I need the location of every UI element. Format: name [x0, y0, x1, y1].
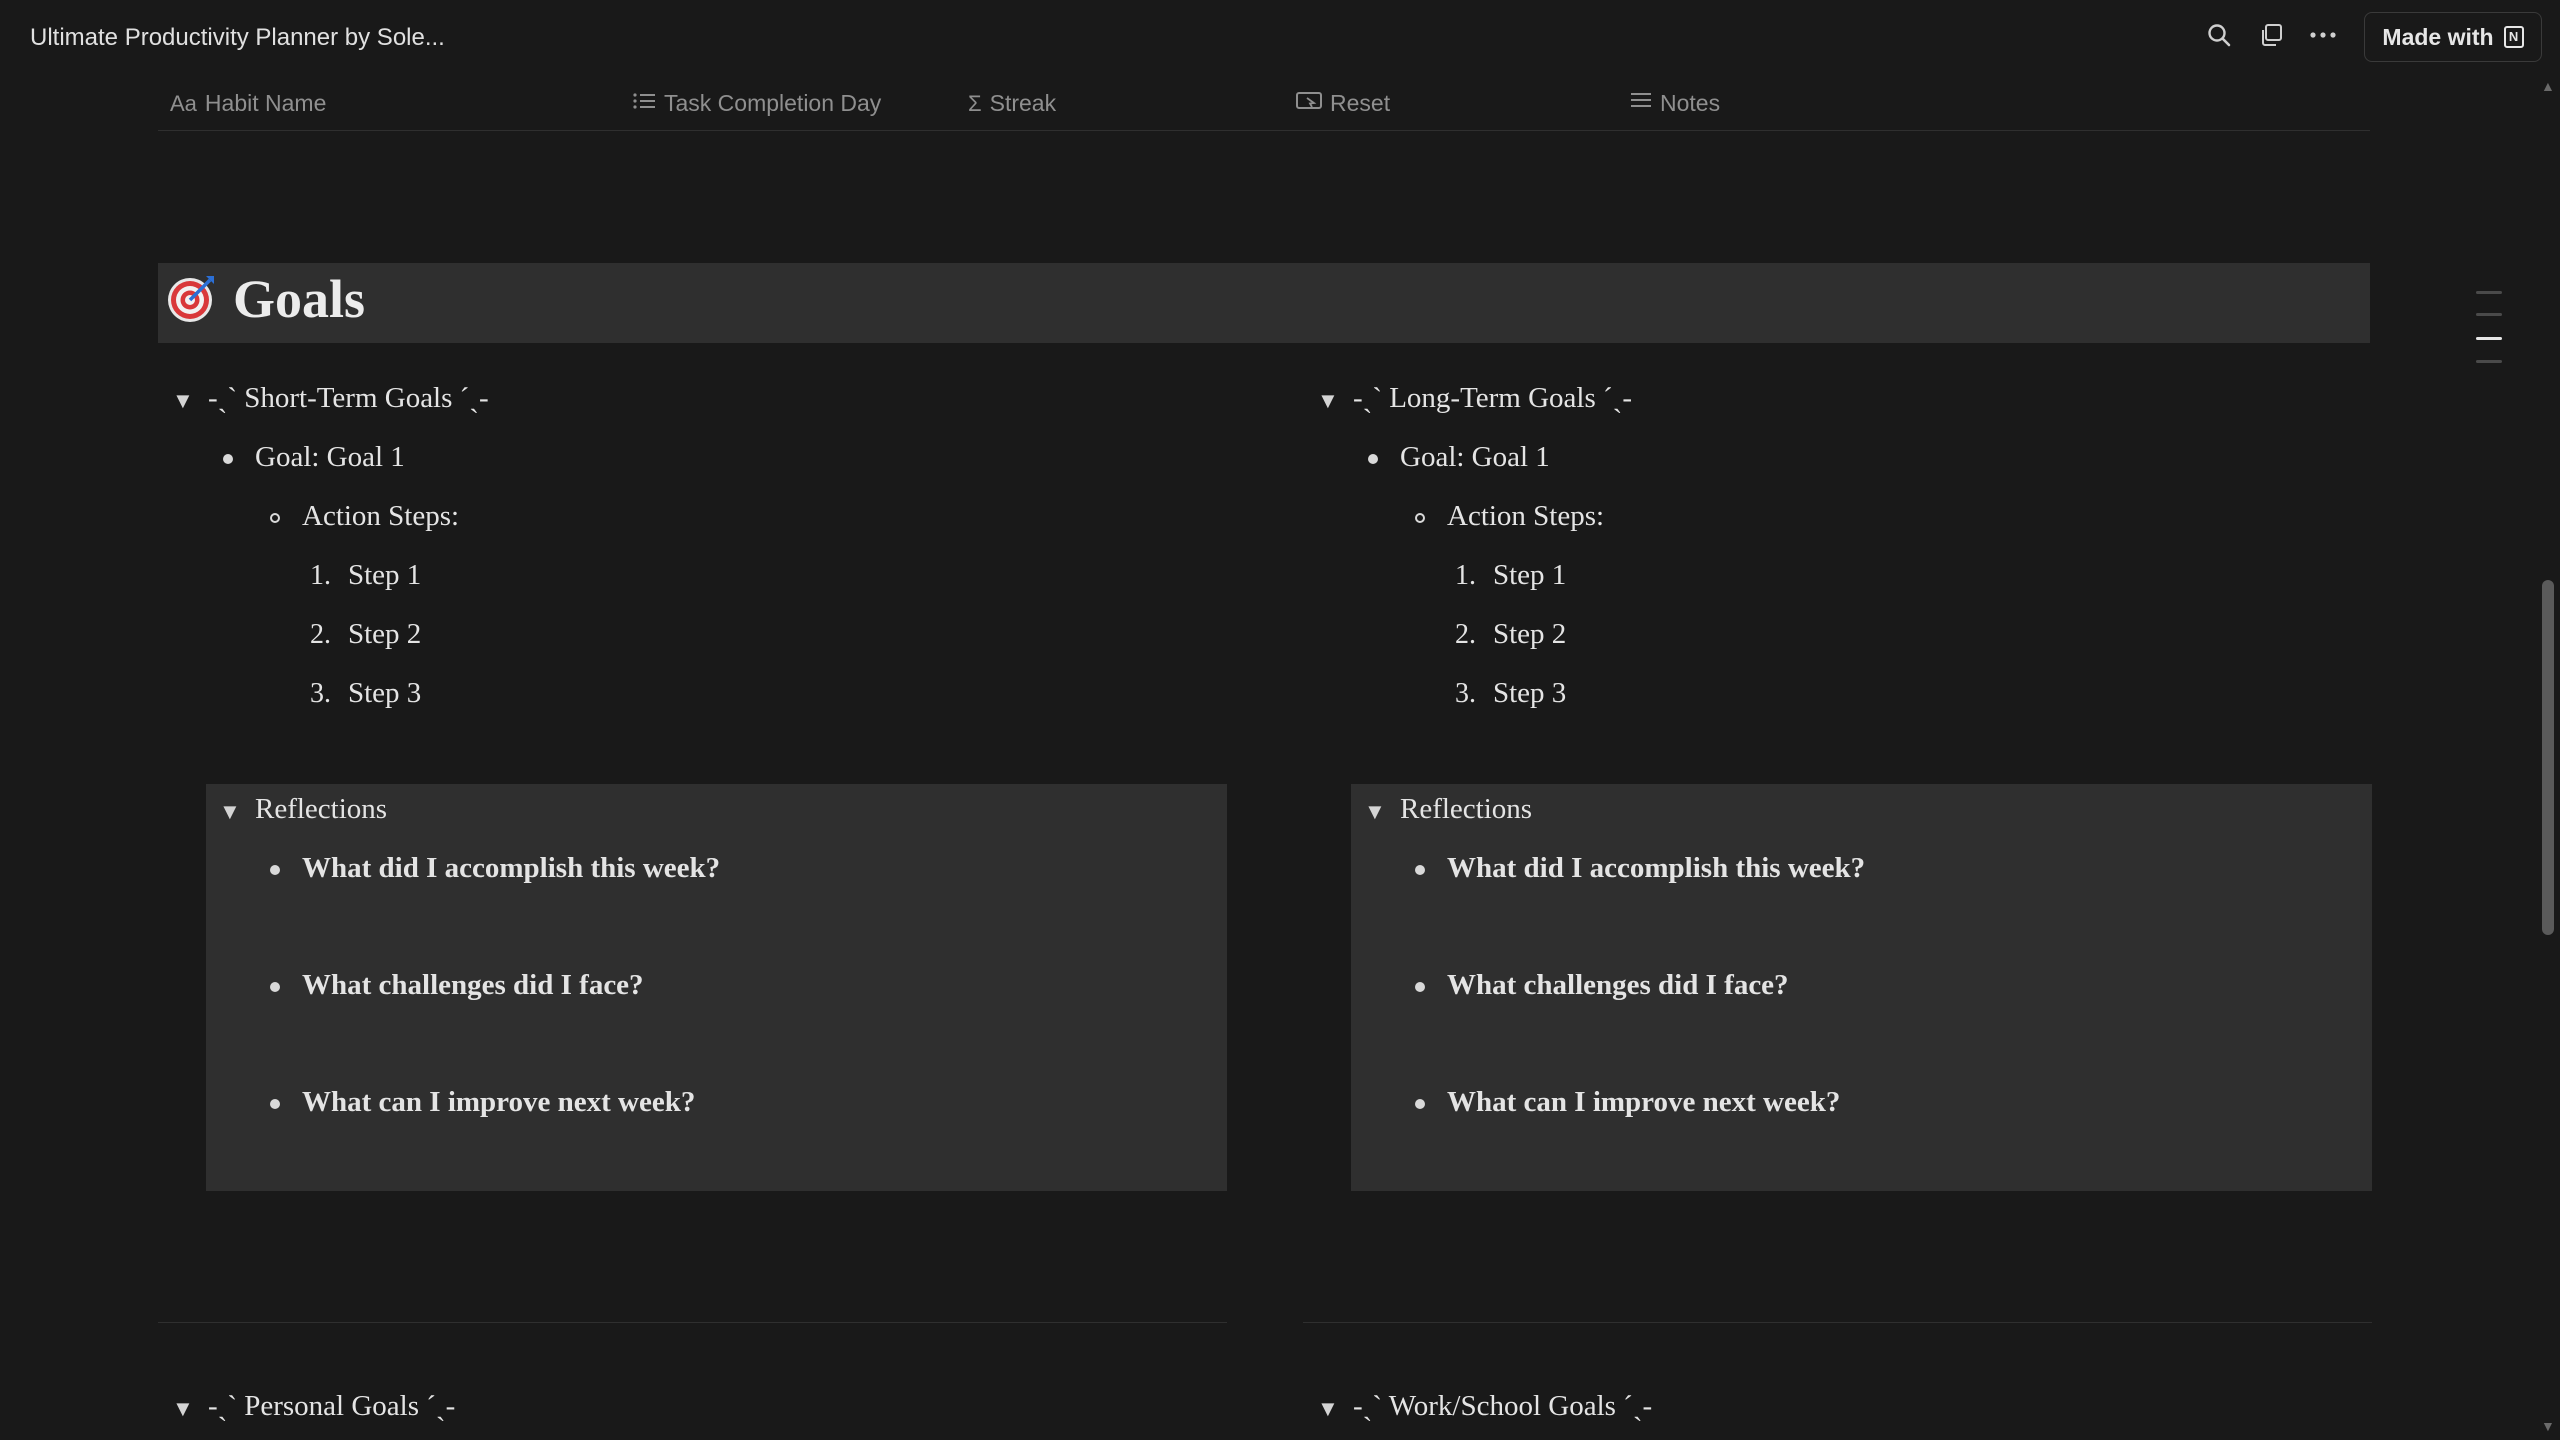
toc-line[interactable]: [2476, 360, 2502, 363]
duplicate-icon[interactable]: [2254, 18, 2288, 52]
bullet-icon: [270, 865, 280, 875]
bullet-icon: [1415, 865, 1425, 875]
long-term-toggle-arrow-icon[interactable]: ▼: [1317, 388, 1339, 414]
step-number: 3.: [310, 678, 331, 709]
text-lines-icon: [1630, 91, 1652, 117]
reflections-toggle-arrow-icon[interactable]: ▼: [219, 799, 241, 825]
goal-label: Goal: Goal 1: [1400, 441, 1550, 473]
text-property-icon: Aa: [170, 90, 197, 116]
button-icon: [1296, 91, 1322, 117]
action-steps-label: Action Steps:: [302, 500, 460, 532]
step-item: Step 1: [1493, 559, 1567, 591]
step-number: 2.: [1455, 619, 1476, 650]
column-task-completion-day[interactable]: Task Completion Day: [632, 90, 881, 117]
toc-line[interactable]: [2476, 291, 2502, 294]
reflections-title[interactable]: Reflections: [255, 793, 387, 826]
column-reset[interactable]: Reset: [1296, 90, 1390, 117]
scroll-down-arrow-icon[interactable]: ▼: [2541, 1418, 2555, 1434]
column-label: Notes: [1660, 90, 1721, 116]
database-table-header: Aa Habit Name Task Completion Day Σ Stre…: [158, 84, 2370, 131]
short-term-toggle-arrow-icon[interactable]: ▼: [172, 388, 194, 414]
search-icon[interactable]: [2202, 18, 2236, 52]
work-school-goals-toggle-arrow-icon[interactable]: ▼: [1317, 1396, 1339, 1422]
toc-line-active[interactable]: [2476, 337, 2502, 340]
reflection-question: What challenges did I face?: [302, 969, 644, 1001]
short-term-goals-title[interactable]: -ˏˋ Short-Term Goals ˊˎ-: [208, 382, 489, 415]
bullet-icon: [270, 982, 280, 992]
notion-logo-icon: N: [2503, 26, 2524, 48]
scroll-up-arrow-icon[interactable]: ▲: [2541, 78, 2555, 94]
divider: [1303, 1322, 2372, 1323]
toc-line[interactable]: [2476, 313, 2502, 316]
step-item: Step 3: [348, 677, 422, 709]
goal-label: Goal: Goal 1: [255, 441, 405, 473]
step-item: Step 2: [1493, 618, 1567, 650]
sub-bullet-icon: [1415, 513, 1425, 523]
column-habit-name[interactable]: Aa Habit Name: [170, 90, 326, 117]
bullet-icon: [1415, 1099, 1425, 1109]
step-number: 1.: [310, 560, 331, 591]
sub-bullet-icon: [270, 513, 280, 523]
divider: [158, 1322, 1227, 1323]
reflection-question: What can I improve next week?: [1447, 1086, 1841, 1118]
reflections-toggle-arrow-icon[interactable]: ▼: [1364, 799, 1386, 825]
scrollbar-thumb[interactable]: [2542, 580, 2554, 935]
personal-goals-title[interactable]: -ˏˋ Personal Goals ˊˎ-: [208, 1390, 455, 1423]
column-label: Task Completion Day: [664, 90, 882, 116]
step-number: 2.: [310, 619, 331, 650]
goals-heading-band: [158, 263, 2370, 343]
goals-heading: Goals: [233, 269, 366, 329]
column-label: Streak: [989, 90, 1057, 116]
page-title[interactable]: Ultimate Productivity Planner by Sole...: [30, 24, 445, 52]
list-icon: [632, 91, 656, 117]
bullet-icon: [1415, 982, 1425, 992]
personal-goals-toggle-arrow-icon[interactable]: ▼: [172, 1396, 194, 1422]
made-with-button[interactable]: Made with N: [2364, 12, 2542, 62]
work-school-goals-title[interactable]: -ˏˋ Work/School Goals ˊˎ-: [1353, 1390, 1652, 1423]
column-streak[interactable]: Σ Streak: [968, 90, 1056, 117]
reflection-question: What challenges did I face?: [1447, 969, 1789, 1001]
reflection-question: What did I accomplish this week?: [302, 852, 721, 884]
step-item: Step 1: [348, 559, 422, 591]
reflection-question: What did I accomplish this week?: [1447, 852, 1866, 884]
step-number: 1.: [1455, 560, 1476, 591]
action-steps-label: Action Steps:: [1447, 500, 1605, 532]
reflections-title[interactable]: Reflections: [1400, 793, 1532, 826]
target-icon: [166, 272, 218, 324]
more-icon[interactable]: [2306, 18, 2340, 52]
formula-icon: Σ: [968, 90, 982, 116]
column-notes[interactable]: Notes: [1630, 90, 1720, 117]
bullet-icon: [1368, 454, 1378, 464]
column-label: Reset: [1330, 90, 1391, 116]
bullet-icon: [223, 454, 233, 464]
step-item: Step 3: [1493, 677, 1567, 709]
step-item: Step 2: [348, 618, 422, 650]
step-number: 3.: [1455, 678, 1476, 709]
made-with-label: Made with: [2382, 23, 2494, 50]
top-bar: Ultimate Productivity Planner by Sole...…: [0, 0, 2560, 76]
bullet-icon: [270, 1099, 280, 1109]
long-term-goals-title[interactable]: -ˏˋ Long-Term Goals ˊˎ-: [1353, 382, 1632, 415]
reflection-question: What can I improve next week?: [302, 1086, 696, 1118]
column-label: Habit Name: [204, 90, 327, 116]
